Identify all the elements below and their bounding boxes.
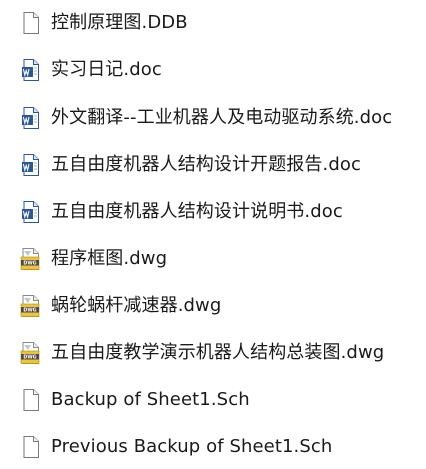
- file-name: 五自由度机器人结构设计说明书.doc: [51, 201, 343, 222]
- file-row-dwg[interactable]: DWG 蜗轮蜗杆减速器.dwg: [0, 284, 426, 328]
- blank-file-icon: [23, 436, 39, 458]
- file-row-doc[interactable]: 实习日记.doc: [0, 48, 426, 92]
- file-name: Previous Backup of Sheet1.Sch: [51, 436, 333, 457]
- blank-file-icon: [23, 389, 39, 411]
- svg-text:DWG: DWG: [23, 354, 36, 360]
- word-document-icon: [22, 154, 39, 176]
- file-name: 五自由度机器人结构设计开题报告.doc: [51, 154, 361, 175]
- file-name: 五自由度教学演示机器人结构总装图.dwg: [51, 342, 385, 363]
- file-name: 控制原理图.DDB: [51, 12, 188, 33]
- file-name: Backup of Sheet1.Sch: [51, 389, 250, 410]
- file-row-dwg[interactable]: DWG 程序框图.dwg: [0, 237, 426, 281]
- file-name: 实习日记.doc: [51, 59, 162, 80]
- file-row-doc[interactable]: 五自由度机器人结构设计说明书.doc: [0, 190, 426, 234]
- word-document-icon: [22, 107, 39, 129]
- file-row-doc[interactable]: 外文翻译--工业机器人及电动驱动系统.doc: [0, 96, 426, 140]
- file-name: 蜗轮蜗杆减速器.dwg: [51, 295, 222, 316]
- svg-text:DWG: DWG: [23, 260, 36, 266]
- dwg-drawing-icon: DWG: [20, 295, 40, 317]
- dwg-drawing-icon: DWG: [20, 342, 40, 364]
- word-document-icon: [22, 201, 39, 223]
- file-row-sch[interactable]: Backup of Sheet1.Sch: [0, 378, 426, 422]
- file-row-dwg[interactable]: DWG 五自由度教学演示机器人结构总装图.dwg: [0, 331, 426, 375]
- file-row-doc[interactable]: 五自由度机器人结构设计开题报告.doc: [0, 143, 426, 187]
- file-name: 程序框图.dwg: [51, 248, 168, 269]
- file-name: 外文翻译--工业机器人及电动驱动系统.doc: [51, 107, 393, 128]
- word-document-icon: [22, 59, 39, 81]
- file-list: 控制原理图.DDB 实习日记.doc 外文翻译--工业机器人及电动驱动系统.do…: [0, 0, 426, 467]
- dwg-drawing-icon: DWG: [20, 248, 40, 270]
- file-row-sch[interactable]: Previous Backup of Sheet1.Sch: [0, 425, 426, 469]
- blank-file-icon: [23, 12, 39, 34]
- file-row-ddb[interactable]: 控制原理图.DDB: [0, 1, 426, 45]
- svg-text:DWG: DWG: [23, 307, 36, 313]
